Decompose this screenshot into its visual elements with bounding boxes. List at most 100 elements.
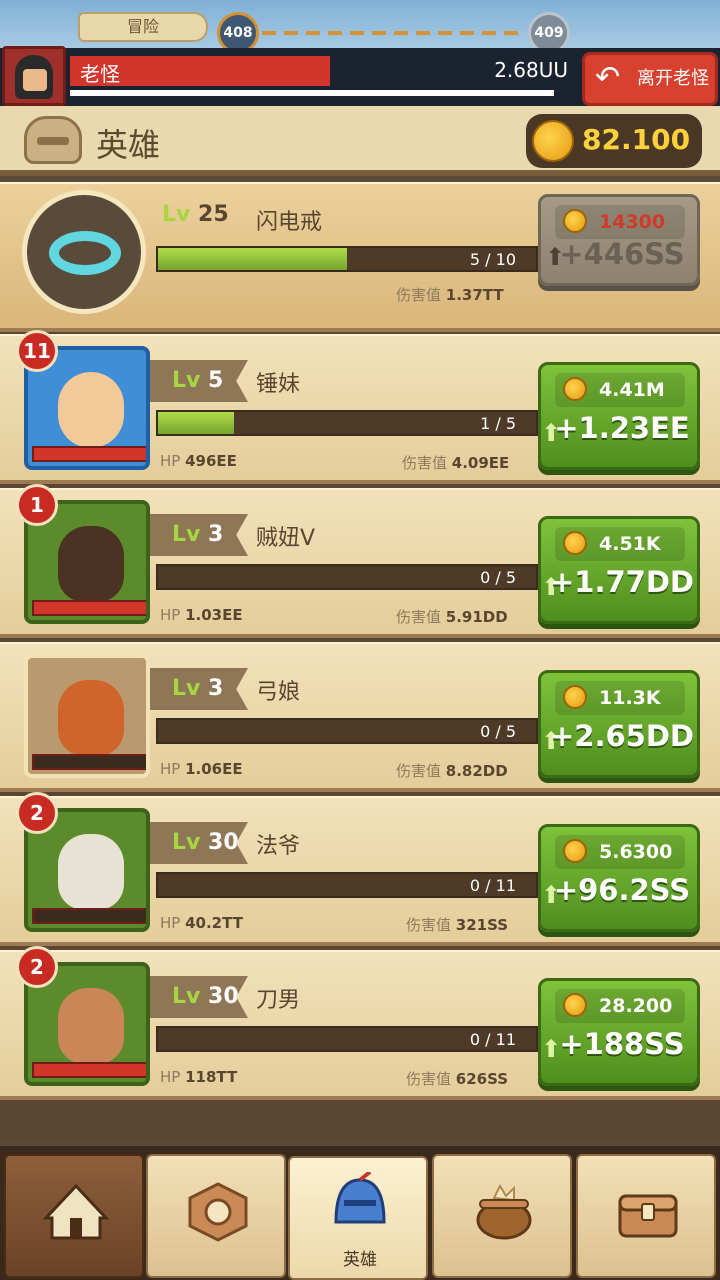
hero-face [58, 834, 124, 910]
damage-label: 伤害值 [402, 454, 448, 472]
xp-bar: 5 / 10 [156, 246, 538, 272]
nav-heroes[interactable]: 英雄 [288, 1156, 428, 1280]
hp-label: HP [160, 760, 181, 778]
hero-card: 1 Lv 3 贼妞V 0 / 5 HP 1.03EE 伤害值 5.91DD 4.… [0, 484, 720, 638]
page-title: 英雄 [96, 126, 161, 164]
upgrade-button[interactable]: 4.41M ⬆ +1.23EE [538, 362, 700, 470]
damage-value: 4.09EE [451, 454, 510, 472]
nav-cauldron[interactable] [432, 1154, 572, 1278]
hero-face [58, 680, 124, 756]
level-prefix: Lv [172, 676, 201, 701]
hero-list[interactable]: Lv 25 闪电戒 5 / 10 伤害值 1.37TT 14300 ⬆ +446… [0, 182, 720, 1142]
section-header: 英雄 82.100 [0, 106, 720, 176]
upgrade-cost: 5.6300 [599, 841, 673, 863]
xp-bar: 0 / 11 [156, 1026, 538, 1052]
xp-text: 0 / 5 [480, 568, 516, 587]
coin-icon [563, 993, 587, 1017]
gold-value: 82.100 [582, 123, 691, 156]
xp-fill [158, 412, 234, 434]
hero-face [58, 526, 124, 602]
upgrade-button[interactable]: 14300 ⬆ +446SS [538, 194, 700, 286]
coin-icon [563, 839, 587, 863]
hp-bar [32, 600, 146, 616]
nav-heroes-label: 英雄 [343, 1250, 377, 1270]
xp-bar: 0 / 5 [156, 564, 538, 590]
upgrade-cost: 4.51K [599, 533, 661, 555]
xp-text: 1 / 5 [480, 414, 516, 433]
helmet-icon [24, 116, 82, 164]
xp-text: 5 / 10 [469, 250, 516, 269]
knight-helmet-icon [334, 1172, 386, 1224]
damage-value: 321SS [455, 916, 509, 934]
upgrade-button[interactable]: 5.6300 ⬆ +96.2SS [538, 824, 700, 932]
damage-value: 1.37TT [445, 286, 504, 304]
item-name: 闪电戒 [256, 210, 323, 235]
coin-icon [563, 531, 587, 555]
xp-text: 0 / 5 [480, 722, 516, 741]
damage-label: 伤害值 [406, 1070, 452, 1088]
xp-fill [158, 248, 347, 270]
damage-label: 伤害值 [396, 608, 442, 626]
hero-card: 11 Lv 5 锤妹 1 / 5 HP 496EE 伤害值 4.09EE 4.4… [0, 330, 720, 484]
hp-value: 1.06EE [185, 760, 243, 778]
hp-label: HP [160, 1068, 181, 1086]
hp-value: 40.2TT [185, 914, 243, 932]
coin-icon [532, 120, 574, 162]
upgrade-button[interactable]: 11.3K ⬆ +2.65DD [538, 670, 700, 778]
xp-text: 0 / 11 [469, 876, 516, 895]
hp-bar [32, 754, 146, 770]
coin-icon [563, 377, 587, 401]
upgrade-cost: 14300 [599, 211, 666, 233]
nav-camp[interactable] [4, 1154, 144, 1278]
hp-bar [32, 446, 146, 462]
leave-boss-button[interactable]: ↶ 离开老怪 [582, 52, 718, 106]
cauldron-icon [476, 1183, 532, 1240]
hexagon-rune-icon [188, 1182, 248, 1242]
alert-badge: 2 [16, 792, 58, 834]
hp-label: HP [160, 914, 181, 932]
stage-progress-line [262, 31, 524, 35]
hero-name: 弓娘 [256, 680, 301, 705]
level-value: 3 [208, 676, 224, 701]
xp-bar: 0 / 11 [156, 872, 538, 898]
hero-name: 贼妞V [256, 526, 316, 551]
upgrade-gain: +188SS [559, 1027, 685, 1061]
lightning-ring-icon [49, 231, 121, 275]
upgrade-gain: +446SS [559, 237, 685, 271]
boss-name: 老怪 [80, 62, 120, 86]
hp-label: HP [160, 452, 181, 470]
alert-badge: 1 [16, 484, 58, 526]
damage-label: 伤害值 [396, 762, 442, 780]
upgrade-cost: 28.200 [599, 995, 673, 1017]
level-prefix: Lv [172, 368, 201, 393]
level-value: 3 [208, 522, 224, 547]
boss-hp-value: 2.68UU [494, 58, 568, 82]
alert-badge: 2 [16, 946, 58, 988]
hero-card: 2 Lv 30 法爷 0 / 11 HP 40.2TT 伤害值 321SS 5.… [0, 792, 720, 946]
boss-timer-bar [70, 90, 554, 96]
upgrade-gain: +2.65DD [550, 719, 694, 753]
hero-name: 刀男 [256, 988, 301, 1013]
upgrade-cost: 4.41M [599, 379, 665, 401]
nav-rune[interactable] [146, 1154, 286, 1278]
hp-label: HP [160, 606, 181, 624]
hero-face [58, 372, 124, 448]
hp-value: 496EE [185, 452, 237, 470]
damage-value: 626SS [455, 1070, 509, 1088]
level-prefix: Lv [162, 202, 191, 227]
hp-bar [32, 908, 146, 924]
hp-value: 118TT [185, 1068, 238, 1086]
level-prefix: Lv [172, 522, 201, 547]
xp-bar: 0 / 5 [156, 718, 538, 744]
hero-portrait [24, 654, 150, 778]
upgrade-button[interactable]: 28.200 ⬆ +188SS [538, 978, 700, 1086]
upgrade-cost: 11.3K [599, 687, 661, 709]
upgrade-gain: +1.77DD [550, 565, 694, 599]
leave-boss-label: 离开老怪 [637, 68, 709, 89]
damage-value: 8.82DD [445, 762, 508, 780]
upgrade-button[interactable]: 4.51K ⬆ +1.77DD [538, 516, 700, 624]
bottom-nav: 英雄 [0, 1146, 720, 1280]
xp-text: 0 / 11 [469, 1030, 516, 1049]
nav-chest[interactable] [576, 1154, 716, 1278]
xp-bar: 1 / 5 [156, 410, 538, 436]
